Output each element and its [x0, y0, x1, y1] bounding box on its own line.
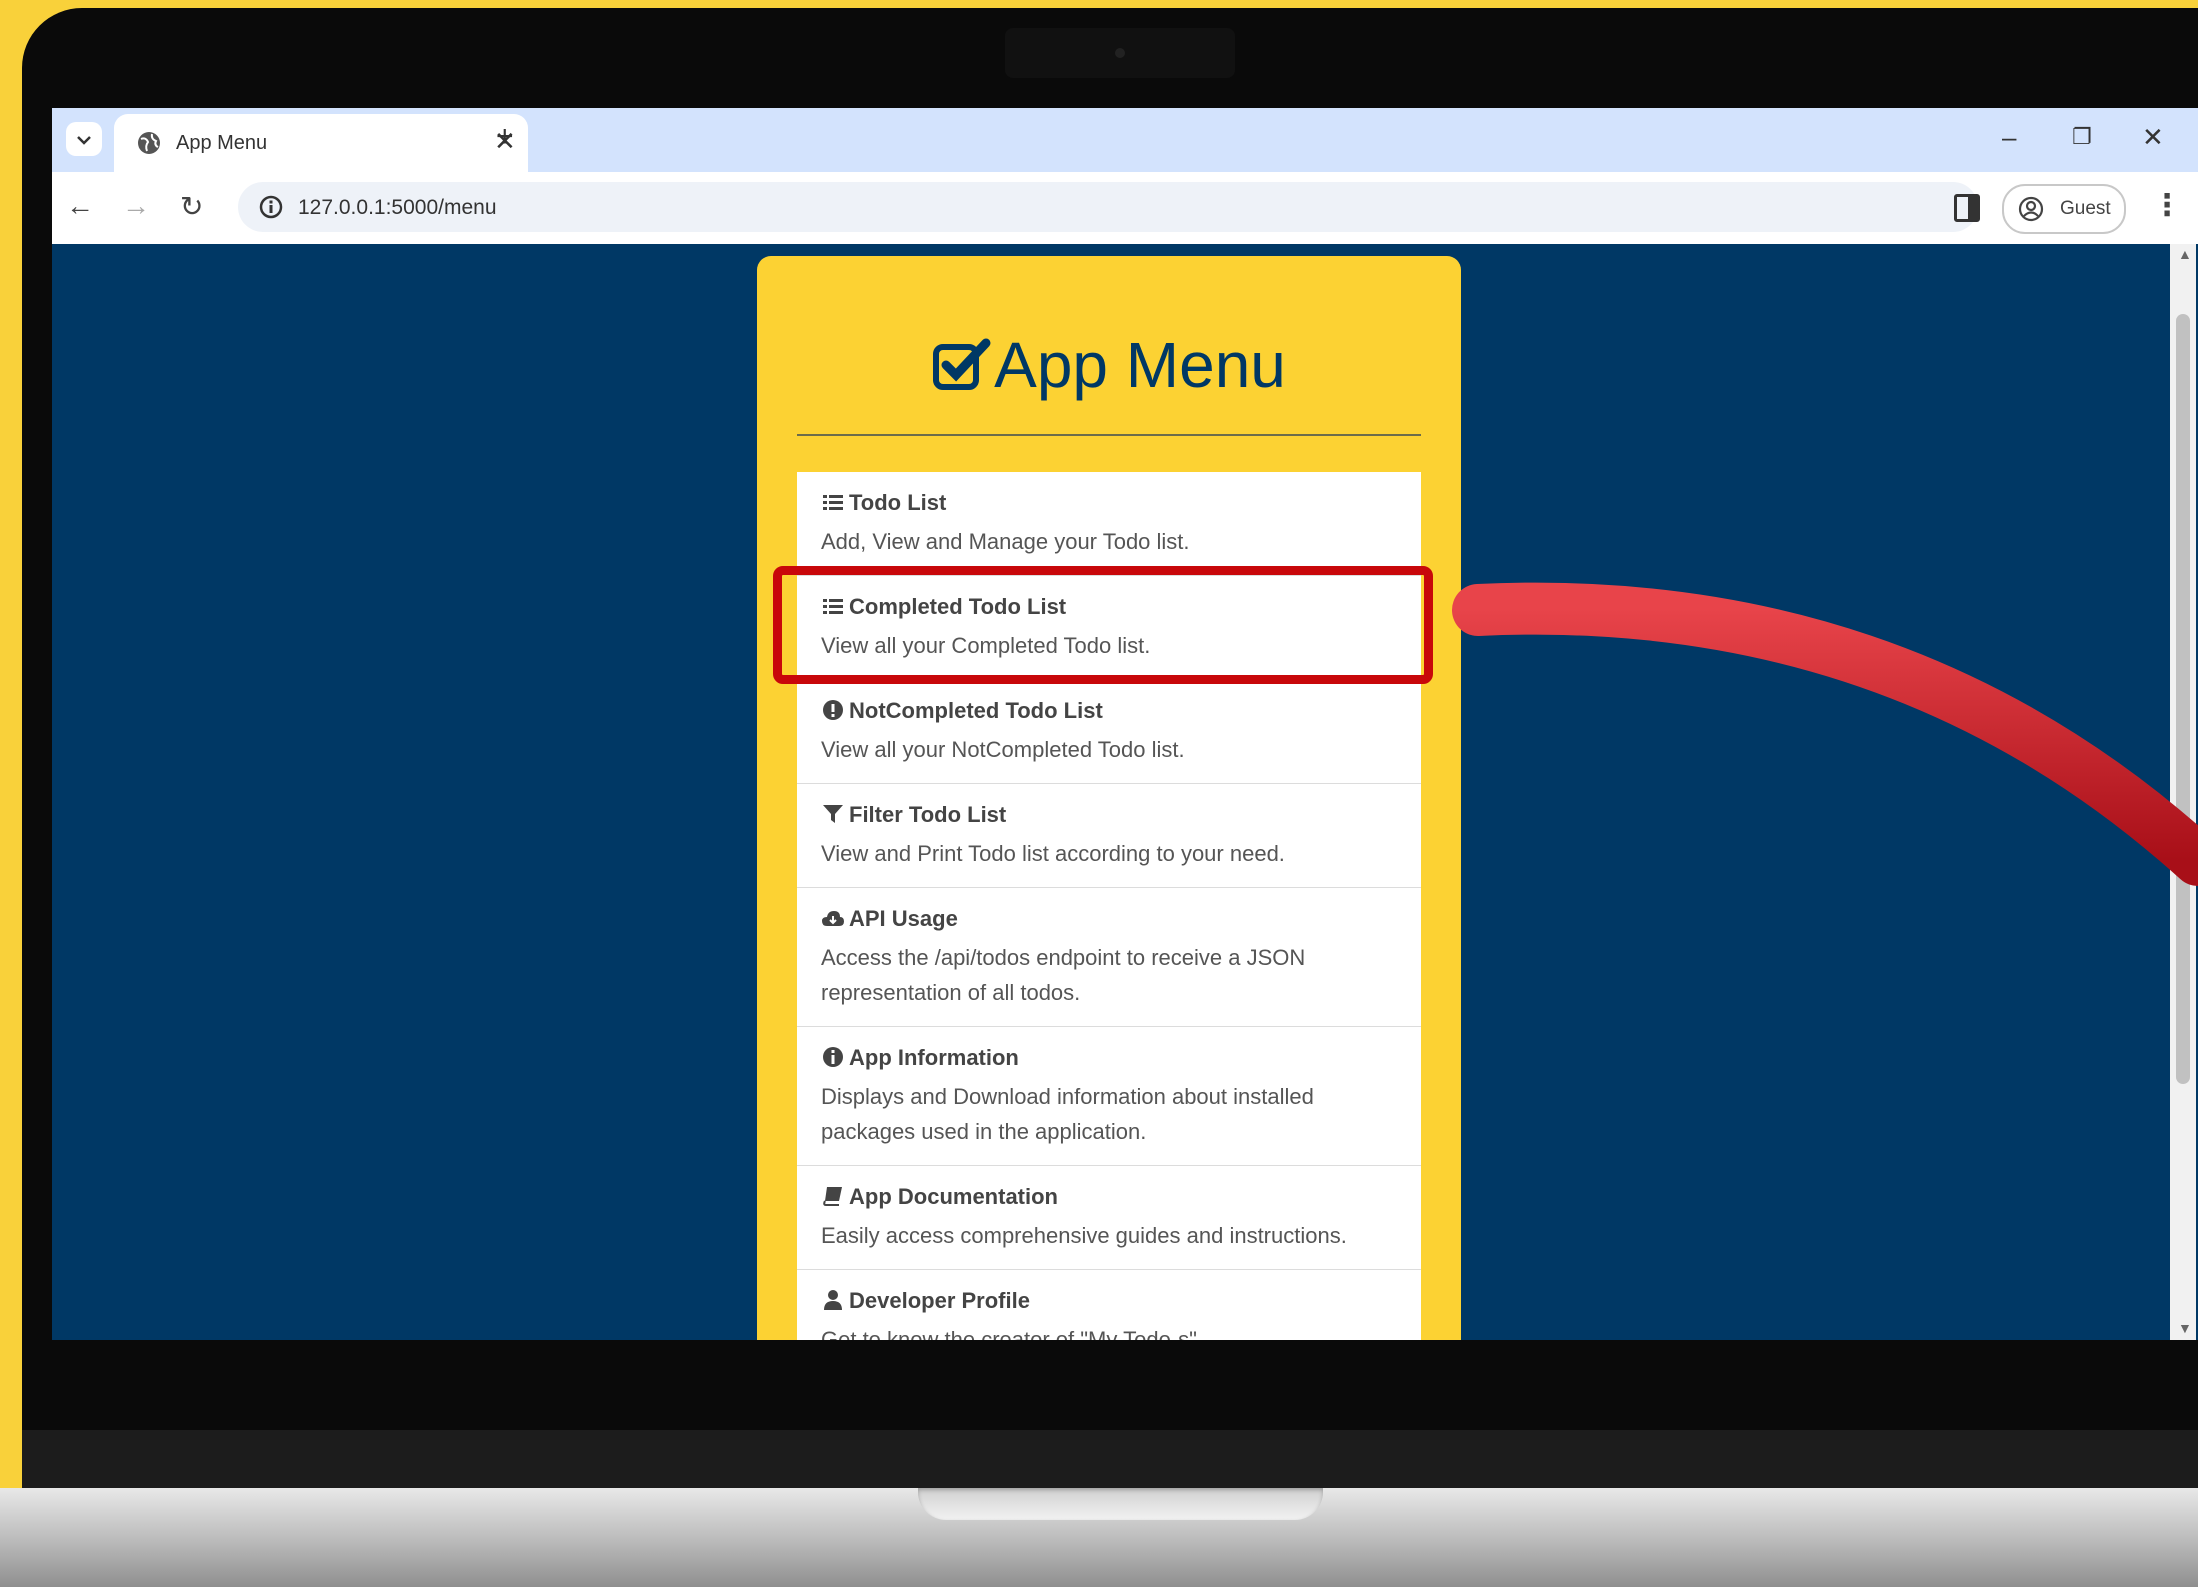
menu-item-filter-todo-list[interactable]: Filter Todo List View and Print Todo lis… [797, 784, 1421, 888]
book-icon [823, 1187, 842, 1206]
close-window-icon[interactable]: ✕ [2142, 122, 2164, 153]
page-title-text: App Menu [994, 329, 1286, 401]
page-scrollbar[interactable]: ▲ ▼ [2170, 244, 2196, 1340]
menu-item-desc: Add, View and Manage your Todo list. [821, 529, 1190, 554]
tab-title: App Menu [176, 132, 268, 154]
tab-search-button[interactable] [66, 122, 102, 156]
check-square-icon [933, 338, 991, 390]
info-circle-icon [823, 1047, 843, 1067]
cloud-icon [822, 911, 844, 926]
camera-notch [1005, 28, 1235, 78]
restore-icon[interactable]: ❐ [2072, 124, 2092, 150]
list-icon [823, 495, 843, 510]
new-tab-button[interactable]: + [496, 120, 514, 154]
chevron-down-icon [77, 136, 91, 146]
address-bar[interactable]: 127.0.0.1:5000/menu [238, 182, 1978, 232]
menu-item-developer-profile[interactable]: Developer Profile Get to know the creato… [797, 1270, 1421, 1340]
menu-item-title: API Usage [849, 906, 958, 931]
url-text: 127.0.0.1:5000/menu [298, 196, 497, 219]
menu-item-app-documentation[interactable]: App Documentation Easily access comprehe… [797, 1166, 1421, 1270]
menu-item-todo-list[interactable]: Todo List Add, View and Manage your Todo… [797, 472, 1421, 576]
camera-lens [1115, 48, 1125, 58]
menu-item-desc: Displays and Download information about … [821, 1084, 1314, 1144]
menu-item-title: App Documentation [849, 1184, 1058, 1209]
profile-label: Guest [2060, 198, 2111, 219]
page-title: App Menu [757, 328, 1461, 402]
more-options-icon[interactable]: ⋮ [2152, 188, 2182, 223]
tab-bar: App Menu ✕ + – ❐ ✕ [52, 108, 2198, 172]
menu-item-title: App Information [849, 1045, 1019, 1070]
side-panel-icon[interactable] [1954, 194, 1980, 222]
menu-item-title: Developer Profile [849, 1288, 1030, 1313]
account-circle-icon [2018, 196, 2044, 222]
minimize-icon[interactable]: – [2002, 122, 2016, 153]
menu-item-app-information[interactable]: App Information Displays and Download in… [797, 1027, 1421, 1166]
back-icon[interactable]: ← [66, 190, 94, 222]
browser-window: App Menu ✕ + – ❐ ✕ ← → ↻ 127.0.0.1:5000/… [52, 108, 2198, 1340]
tab-app-menu[interactable]: App Menu ✕ [114, 114, 528, 172]
globe-icon [138, 132, 160, 154]
menu-item-desc: Easily access comprehensive guides and i… [821, 1223, 1347, 1248]
title-divider [797, 434, 1421, 436]
laptop-hinge-notch [918, 1488, 1323, 1520]
bezel-bottom [22, 1430, 2198, 1490]
menu-item-desc: Access the /api/todos endpoint to receiv… [821, 945, 1306, 1005]
menu-item-notcompleted-todo-list[interactable]: NotCompleted Todo List View all your Not… [797, 680, 1421, 784]
menu-item-desc: View and Print Todo list according to yo… [821, 841, 1285, 866]
forward-icon[interactable]: → [122, 190, 150, 222]
reload-icon[interactable]: ↻ [180, 190, 203, 223]
filter-icon [823, 805, 843, 823]
menu-item-title: Todo List [849, 490, 947, 515]
user-icon [824, 1290, 842, 1310]
scroll-thumb[interactable] [2176, 314, 2190, 1084]
site-info-icon[interactable] [258, 194, 284, 220]
scroll-up-arrow-icon[interactable]: ▲ [2178, 246, 2192, 262]
app-menu-card: App Menu Todo List Add, View and Manage … [757, 256, 1461, 1340]
menu-item-title: NotCompleted Todo List [849, 698, 1103, 723]
menu-item-desc: View all your NotCompleted Todo list. [821, 737, 1185, 762]
highlight-box [773, 566, 1433, 684]
exclamation-circle-icon [823, 700, 843, 720]
browser-toolbar: ← → ↻ 127.0.0.1:5000/menu Guest ⋮ [52, 172, 2198, 244]
scroll-down-arrow-icon[interactable]: ▼ [2178, 1320, 2192, 1336]
menu-item-title: Filter Todo List [849, 802, 1007, 827]
menu-item-api-usage[interactable]: API Usage Access the /api/todos endpoint… [797, 888, 1421, 1027]
profile-button[interactable]: Guest [2002, 184, 2126, 234]
menu-item-desc: Get to know the creator of "My Todo-s" [821, 1327, 1197, 1340]
